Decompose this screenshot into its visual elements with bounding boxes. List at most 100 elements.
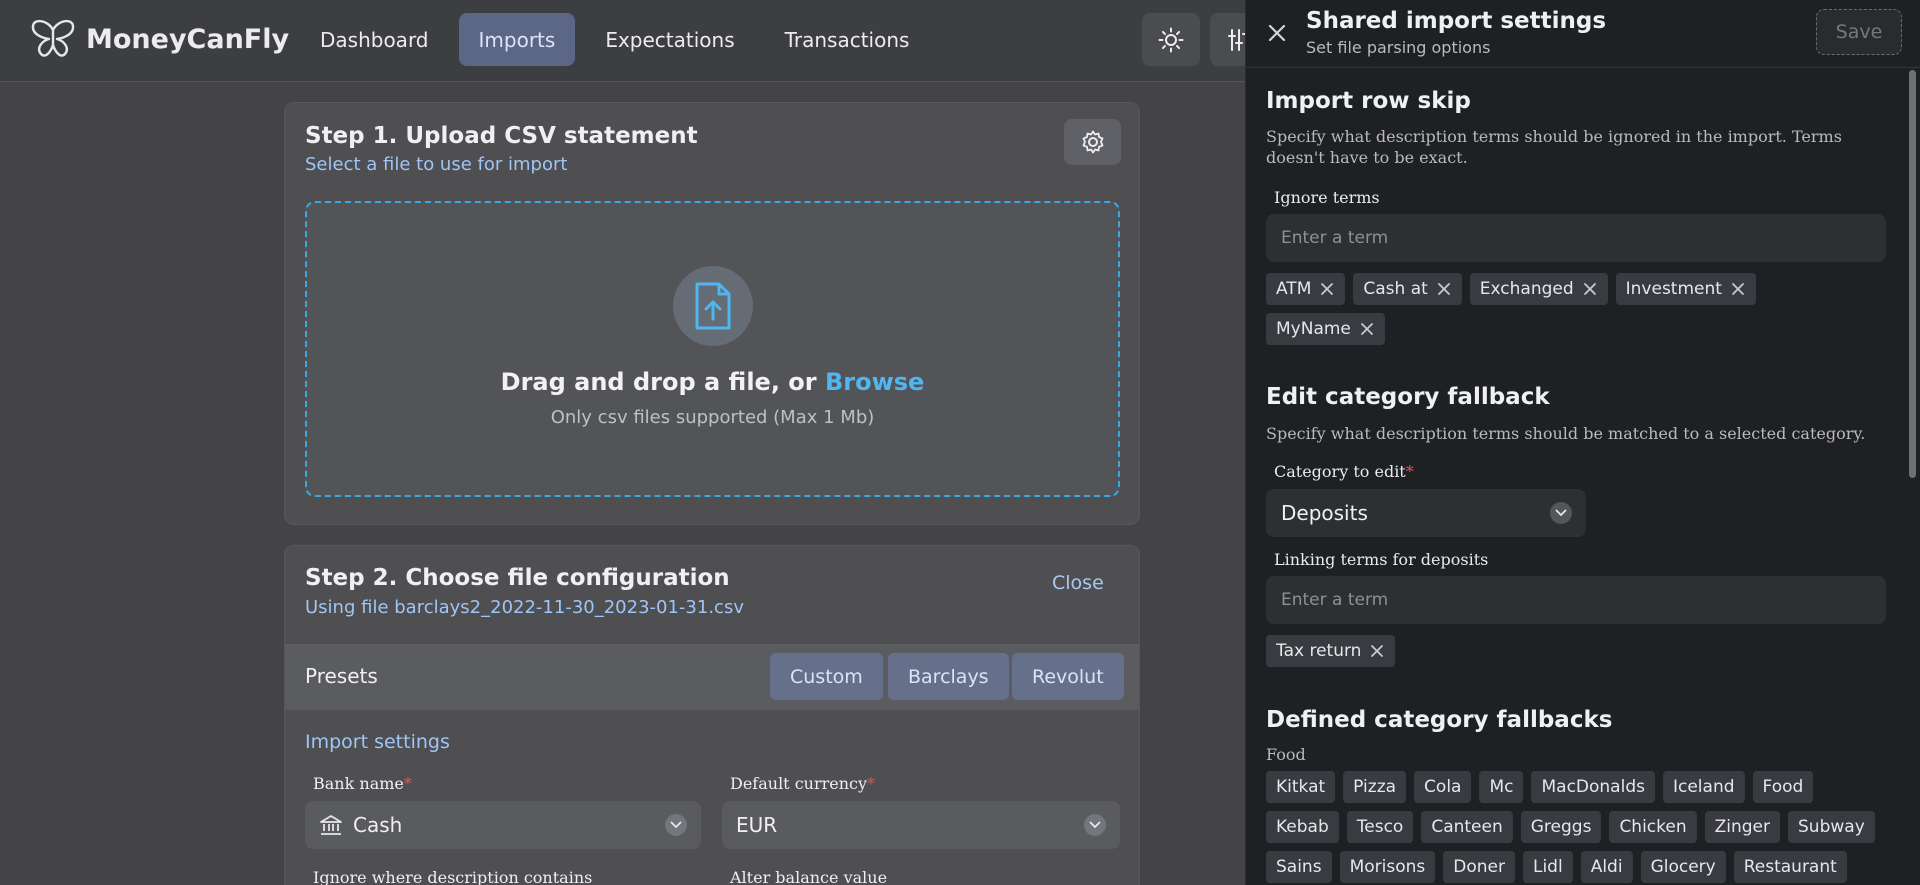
required-marker: * — [867, 774, 876, 793]
close-config-button[interactable]: Close — [1052, 572, 1104, 594]
sun-icon — [1158, 27, 1184, 52]
drawer-header: Shared import settings Set file parsing … — [1246, 0, 1920, 68]
fallback-term-tag[interactable]: Subway — [1788, 811, 1875, 843]
theme-toggle-button[interactable] — [1142, 13, 1200, 66]
nav-transactions[interactable]: Transactions — [765, 13, 930, 66]
drawer-scrollbar[interactable] — [1909, 70, 1916, 478]
remove-tag-icon[interactable] — [1319, 281, 1335, 297]
bank-name-label: Bank name* — [313, 774, 412, 793]
dropzone-instruction: Drag and drop a file, or — [500, 368, 817, 396]
fallback-term-tag[interactable]: Morisons — [1339, 851, 1436, 883]
file-upload-icon — [695, 282, 731, 330]
bank-name-select[interactable]: Cash — [305, 801, 701, 849]
alter-balance-label: Alter balance value — [730, 868, 888, 885]
gear-icon — [1082, 130, 1103, 154]
currency-label: Default currency* — [730, 774, 875, 793]
chevron-down-icon — [665, 814, 687, 836]
remove-tag-icon[interactable] — [1582, 281, 1598, 297]
fallback-term-tag[interactable]: Food — [1752, 771, 1814, 803]
term-tag: MyName — [1266, 313, 1385, 345]
drawer-subtitle: Set file parsing options — [1306, 38, 1491, 57]
fallback-term-tag[interactable]: Kitkat — [1266, 771, 1336, 803]
fallback-term-tag[interactable]: Iceland — [1662, 771, 1745, 803]
bank-icon — [320, 815, 342, 835]
fallback-term-tag[interactable]: Doner — [1443, 851, 1515, 883]
fallback-heading: Edit category fallback — [1266, 384, 1550, 410]
fallback-term-tag[interactable]: MacDonalds — [1531, 771, 1655, 803]
term-tag-label: ATM — [1276, 279, 1312, 299]
chevron-down-icon — [1550, 502, 1572, 524]
term-tag-label: MyName — [1276, 319, 1351, 339]
term-tag: Investment — [1615, 273, 1756, 305]
fallback-term-tag[interactable]: Tesco — [1346, 811, 1414, 843]
currency-value: EUR — [736, 813, 778, 837]
ignore-terms-label: Ignore terms — [1274, 188, 1380, 207]
defined-fallbacks-heading: Defined category fallbacks — [1266, 707, 1613, 733]
shared-import-settings-drawer: Shared import settings Set file parsing … — [1245, 0, 1920, 885]
ignore-terms-list: ATM Cash at Exchanged Investment MyName — [1266, 273, 1876, 345]
remove-tag-icon[interactable] — [1369, 643, 1385, 659]
linking-term-input[interactable]: Enter a term — [1266, 576, 1886, 624]
ignore-description-label: Ignore where description contains — [313, 868, 593, 885]
dropzone-hint: Only csv files supported (Max 1 Mb) — [550, 407, 875, 428]
fallback-term-tag[interactable]: Cola — [1414, 771, 1472, 803]
presets-label: Presets — [305, 664, 378, 688]
upload-icon-circle — [673, 266, 753, 346]
term-tag: ATM — [1266, 273, 1346, 305]
currency-label-text: Default currency — [730, 774, 868, 793]
fallback-term-tag[interactable]: Chicken — [1609, 811, 1697, 843]
required-marker: * — [1405, 462, 1414, 481]
upload-settings-button[interactable] — [1064, 119, 1121, 165]
linking-term-placeholder: Enter a term — [1281, 590, 1389, 610]
chevron-down-icon — [1084, 814, 1106, 836]
fallback-term-tag[interactable]: Mc — [1479, 771, 1524, 803]
category-to-edit-label-text: Category to edit — [1274, 462, 1406, 481]
fallback-term-tag[interactable]: Glocery — [1640, 851, 1726, 883]
fallback-term-tag[interactable]: Restaurant — [1733, 851, 1847, 883]
fallback-term-tag[interactable]: Aldi — [1580, 851, 1633, 883]
bank-name-label-text: Bank name — [313, 774, 404, 793]
drawer-title: Shared import settings — [1306, 8, 1607, 34]
close-icon[interactable] — [1264, 20, 1290, 46]
step2-title: Step 2. Choose file configuration — [305, 565, 730, 591]
row-skip-heading: Import row skip — [1266, 88, 1471, 114]
nav-expectations[interactable]: Expectations — [585, 13, 754, 66]
category-select[interactable]: Deposits — [1266, 489, 1586, 537]
linking-terms-label: Linking terms for deposits — [1274, 550, 1489, 569]
fallback-term-tag[interactable]: Sains — [1266, 851, 1332, 883]
fallback-term-tag[interactable]: Zinger — [1704, 811, 1781, 843]
remove-tag-icon[interactable] — [1730, 281, 1746, 297]
fallback-term-tag[interactable]: Lidl — [1522, 851, 1573, 883]
nav-imports[interactable]: Imports — [458, 13, 576, 66]
remove-tag-icon[interactable] — [1359, 321, 1375, 337]
remove-tag-icon[interactable] — [1436, 281, 1452, 297]
category-group-label: Food — [1266, 745, 1306, 764]
step1-title: Step 1. Upload CSV statement — [305, 123, 698, 149]
save-button[interactable]: Save — [1816, 9, 1902, 55]
fallback-term-tag[interactable]: Pizza — [1343, 771, 1407, 803]
ignore-term-input[interactable]: Enter a term — [1266, 214, 1886, 262]
app-logo[interactable]: MoneyCanFly — [30, 18, 289, 60]
bank-name-value: Cash — [353, 813, 403, 837]
butterfly-logo-icon — [31, 19, 75, 57]
dropzone-text: Drag and drop a file, or Browse — [307, 368, 1118, 396]
term-tag-label: Cash at — [1363, 279, 1428, 299]
fallback-term-tag[interactable]: Kebab — [1266, 811, 1339, 843]
fallback-term-tag[interactable]: Canteen — [1421, 811, 1513, 843]
preset-revolut-button[interactable]: Revolut — [1012, 653, 1124, 700]
fallback-description: Specify what description terms should be… — [1266, 424, 1866, 443]
preset-custom-button[interactable]: Custom — [770, 653, 883, 700]
term-tag-label: Investment — [1625, 279, 1722, 299]
fallback-term-tag[interactable]: Greggs — [1520, 811, 1602, 843]
preset-barclays-button[interactable]: Barclays — [888, 653, 1009, 700]
category-to-edit-label: Category to edit* — [1274, 462, 1414, 481]
category-value: Deposits — [1281, 501, 1368, 525]
nav-dashboard[interactable]: Dashboard — [300, 13, 449, 66]
linking-terms-list: Tax return — [1266, 635, 1876, 667]
currency-select[interactable]: EUR — [722, 801, 1120, 849]
file-config-step-card: Step 2. Choose file configuration Using … — [284, 545, 1140, 885]
row-skip-description: Specify what description terms should be… — [1266, 127, 1842, 167]
import-settings-heading: Import settings — [305, 731, 450, 753]
browse-link[interactable]: Browse — [825, 368, 924, 396]
file-dropzone[interactable]: Drag and drop a file, or Browse Only csv… — [305, 201, 1120, 497]
